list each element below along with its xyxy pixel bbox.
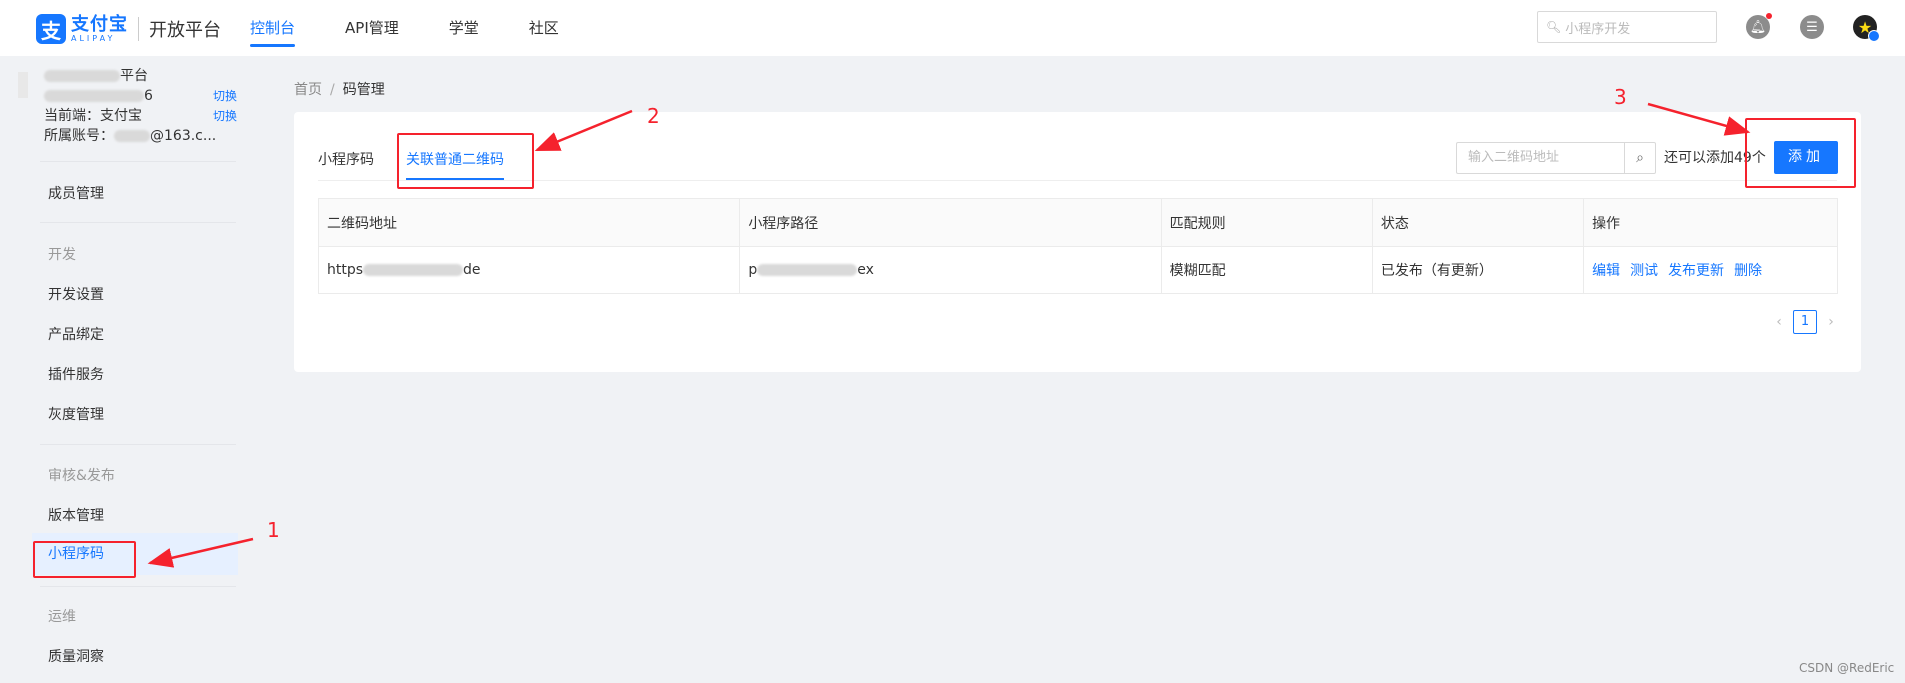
annotation-arrow-1 (147, 537, 254, 568)
watermark: CSDN @RedEric (1799, 661, 1895, 675)
annotation-arrow-3 (1647, 102, 1751, 136)
annotation-arrow-2 (534, 109, 633, 152)
annotation-arrows (147, 102, 1751, 568)
